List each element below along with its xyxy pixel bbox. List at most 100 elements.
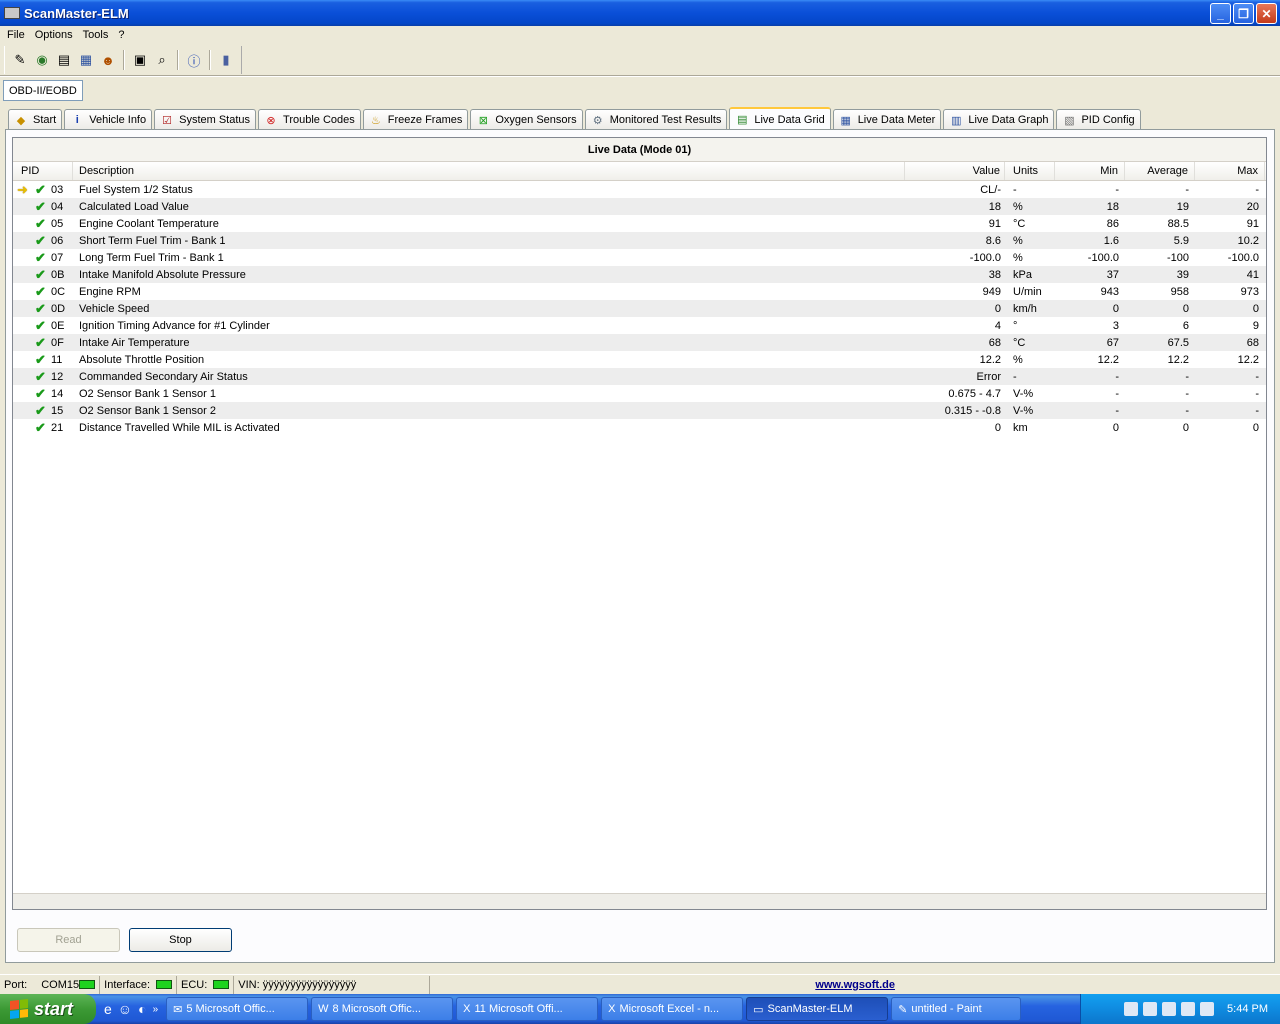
table-row[interactable]: ✔ 06 Short Term Fuel Trim - Bank 1 8.6% 1.6 5… [13,232,1266,249]
pid-cell: ✔ 11 [13,353,73,366]
table-row[interactable]: ✔ 12 Commanded Secondary Air Status Error - -… [13,368,1266,385]
average-cell: 67.5 [1167,336,1189,349]
tab-freeze-frames[interactable]: ♨ Freeze Frames [362,109,469,130]
max-cell: - [1255,183,1259,196]
tray-icon[interactable] [1124,1002,1139,1016]
header-description[interactable]: Description [73,162,905,180]
units-cell: % [1013,234,1023,247]
connect-icon[interactable]: ✎ [9,49,31,71]
header-pid[interactable]: PID [13,162,73,180]
value-cell: 18 [988,200,1001,213]
min-cell: 12.2 [1097,353,1119,366]
tab-live-data-meter[interactable]: ▦ Live Data Meter [832,109,942,130]
taskbar-item[interactable]: W8 Microsoft Offic... [311,997,454,1021]
tab-live-data-grid[interactable]: ▤ Live Data Grid [729,107,831,130]
table-row[interactable]: ✔ 05 Engine Coolant Temperature 91 °C 86 88.5 9… [13,215,1266,232]
live-data-grid[interactable]: Live Data (Mode 01) PID Description Valu… [12,137,1267,910]
units-cell: km/h [1013,302,1037,315]
value-cell: 4 [994,319,1001,332]
website-link[interactable]: www.wgsoft.de [430,979,1280,991]
table-row[interactable]: ✔ 11 Absolute Throttle Position 12.2% 12.2 12… [13,351,1266,368]
table-row[interactable]: ➜ ✔ 03 Fuel System 1/2 Status CL/- - - - - [13,181,1266,198]
interface-led-icon [156,980,172,989]
taskbar: start e ☺ ◐ » ✉ 5 Microsoft Offic... W8 M… [0,994,1280,1024]
tab-start[interactable]: ◆ Start [8,109,63,130]
person-icon[interactable]: ☻ [97,49,119,71]
table-row[interactable]: ✔ 0F Intake Air Temperature 68 °C 67 67.5 68 [13,334,1266,351]
maximize-button[interactable]: ❐ [1233,3,1254,24]
toolbar-separator [123,50,125,70]
table-row[interactable]: ✔ 04 Calculated Load Value 18% 18 19 20 [13,198,1266,215]
header-min[interactable]: Min [1055,162,1125,180]
tray-icon[interactable] [1181,1002,1196,1016]
table-row[interactable]: ✔ 14 O2 Sensor Bank 1 Sensor 1 0.675 - 4.7 V… [13,385,1266,402]
tab-oxygen-sensors[interactable]: ⊠ Oxygen Sensors [470,109,583,130]
table-row[interactable]: ✔ 07 Long Term Fuel Trim - Bank 1 -100.0% -1… [13,249,1266,266]
header-value[interactable]: Value [905,162,1005,180]
pid-value: 06 [51,234,64,247]
pid-value: 0C [51,285,66,298]
tray-icon[interactable] [1143,1002,1158,1016]
taskbar-item[interactable]: ✎ untitled - Paint [891,997,1022,1021]
tab-pid-config[interactable]: ▧ PID Config [1056,109,1141,130]
table-row[interactable]: ✔ 15 O2 Sensor Bank 1 Sensor 2 0.315 - -0.8… [13,402,1266,419]
description-cell: Distance Travelled While MIL is Activate… [79,421,280,434]
protocol-tab[interactable]: OBD-II/EOBD [3,80,83,101]
table-row[interactable]: ✔ 0E Ignition Timing Advance for #1 Cylind… [13,317,1266,334]
table-row[interactable]: ✔ 0C Engine RPM 949 U/min 943 958 973 [13,283,1266,300]
menu-help[interactable]: ? [113,29,129,41]
table-row[interactable]: ✔ 0D Vehicle Speed 0 km/h 0 0 0 [13,300,1266,317]
globe-icon[interactable]: ◉ [31,49,53,71]
chart-icon[interactable]: ▦ [75,49,97,71]
tab-monitored-test-results[interactable]: ⚙ Monitored Test Results [584,109,728,130]
max-cell: - [1255,370,1259,383]
firefox-icon[interactable]: ◐ [138,1001,146,1017]
messenger-icon[interactable]: ☺ [118,1001,132,1017]
value-cell: 8.6 [985,234,1001,247]
pid-cell: ✔ 0E [13,319,73,332]
tab-live-data-graph[interactable]: ▥ Live Data Graph [943,109,1055,130]
tab-label: Trouble Codes [283,114,355,126]
minimize-button[interactable]: _ [1210,3,1231,24]
table-row[interactable]: ✔ 21 Distance Travelled While MIL is Activ… [13,419,1266,436]
ie-icon[interactable]: e [104,1001,112,1017]
menu-tools[interactable]: Tools [78,29,114,41]
clipboard-icon[interactable]: ▣ [129,49,151,71]
chevron-right-icon[interactable]: » [153,1004,159,1015]
header-max[interactable]: Max [1195,162,1265,180]
taskbar-item-active[interactable]: ▭ ScanMaster-ELM [746,997,889,1021]
units-cell: km [1013,421,1028,434]
taskbar-item[interactable]: X Microsoft Excel - n... [601,997,744,1021]
tray-icon[interactable] [1162,1002,1177,1016]
pid-cell: ✔ 0D [13,302,73,315]
info-icon[interactable]: ⓘ [183,49,205,71]
port-label: Port: [4,978,28,991]
taskbar-item[interactable]: X 11 Microsoft Offi... [456,997,599,1021]
current-row-arrow-icon: ➜ [17,181,28,197]
start-button[interactable]: start [0,994,96,1024]
max-cell: 10.2 [1237,234,1259,247]
stop-button[interactable]: Stop [129,928,232,952]
volume-icon[interactable] [1200,1002,1215,1016]
max-cell: 20 [1246,200,1259,213]
tab-vehicle-info[interactable]: i Vehicle Info [64,109,153,130]
document-icon[interactable]: ▤ [53,49,75,71]
menu-options[interactable]: Options [30,29,78,41]
average-cell: 88.5 [1167,217,1189,230]
search-icon[interactable]: ⌕ [151,49,173,71]
taskbar-item[interactable]: ✉ 5 Microsoft Offic... [166,997,309,1021]
pid-value: 21 [51,421,64,434]
exit-icon[interactable]: ▮ [215,49,237,71]
units-cell: ° [1013,319,1018,332]
read-button[interactable]: Read [17,928,120,952]
header-units[interactable]: Units [1005,162,1055,180]
tab-label: Freeze Frames [387,114,463,126]
header-average[interactable]: Average [1125,162,1195,180]
menu-file[interactable]: File [2,29,30,41]
pid-value: 0F [51,336,64,349]
min-cell: 0 [1112,421,1119,434]
close-button[interactable]: ✕ [1256,3,1277,24]
tab-system-status[interactable]: ☑ System Status [154,109,257,130]
table-row[interactable]: ✔ 0B Intake Manifold Absolute Pressure 38 kP… [13,266,1266,283]
tab-trouble-codes[interactable]: ⊗ Trouble Codes [258,109,361,130]
